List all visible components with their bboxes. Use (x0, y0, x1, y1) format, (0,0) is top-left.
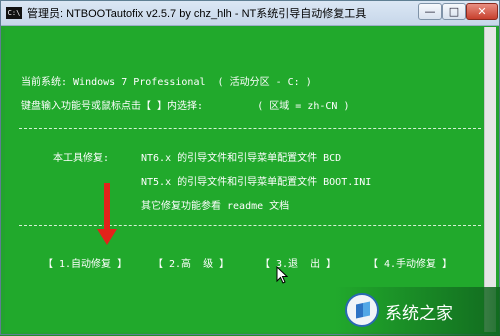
red-arrow-shaft (104, 183, 110, 233)
menu-manual-repair-button[interactable]: 【 4.手动修复 】 (368, 255, 452, 270)
minimize-button[interactable]: — (418, 3, 442, 20)
app-window: C:\ 管理员: NTBOOTautofix v2.5.7 by chz_hlh… (0, 0, 500, 336)
menu-auto-repair-button[interactable]: 【 1.自动修复 】 (43, 255, 127, 270)
input-prompt-line: 键盘输入功能号或鼠标点击【 】内选择: ( 区域 = zh-CN ) (21, 101, 350, 112)
tool-label: 本工具修复: (53, 153, 110, 164)
watermark: 系统之家 (335, 287, 500, 336)
divider-bottom (19, 225, 481, 226)
maximize-button[interactable]: □ (442, 3, 466, 20)
divider-top (19, 128, 481, 129)
windows-logo-icon (345, 293, 379, 327)
current-system-line: 当前系统: Windows 7 Professional ( 活动分区 - C:… (21, 77, 312, 88)
menu-exit-button[interactable]: 【 3.退 出 】 (260, 255, 336, 270)
mouse-pointer-icon (276, 266, 288, 284)
menu-advanced-button[interactable]: 【 2.高 级 】 (153, 255, 229, 270)
title-bar[interactable]: C:\ 管理员: NTBOOTautofix v2.5.7 by chz_hlh… (1, 1, 499, 26)
watermark-text: 系统之家 (385, 304, 453, 324)
console-app-icon: C:\ (6, 7, 22, 19)
window-title: 管理员: NTBOOTautofix v2.5.7 by chz_hlh - N… (27, 8, 367, 20)
readme-line: 其它修复功能参看 readme 文档 (141, 201, 290, 212)
close-button[interactable]: ✕ (466, 3, 498, 20)
fix-item-nt6: NT6.x 的引导文件和引导菜单配置文件 BCD (141, 153, 342, 164)
red-arrow-head-icon (97, 229, 117, 245)
fix-item-nt5: NT5.x 的引导文件和引导菜单配置文件 BOOT.INI (141, 177, 372, 188)
